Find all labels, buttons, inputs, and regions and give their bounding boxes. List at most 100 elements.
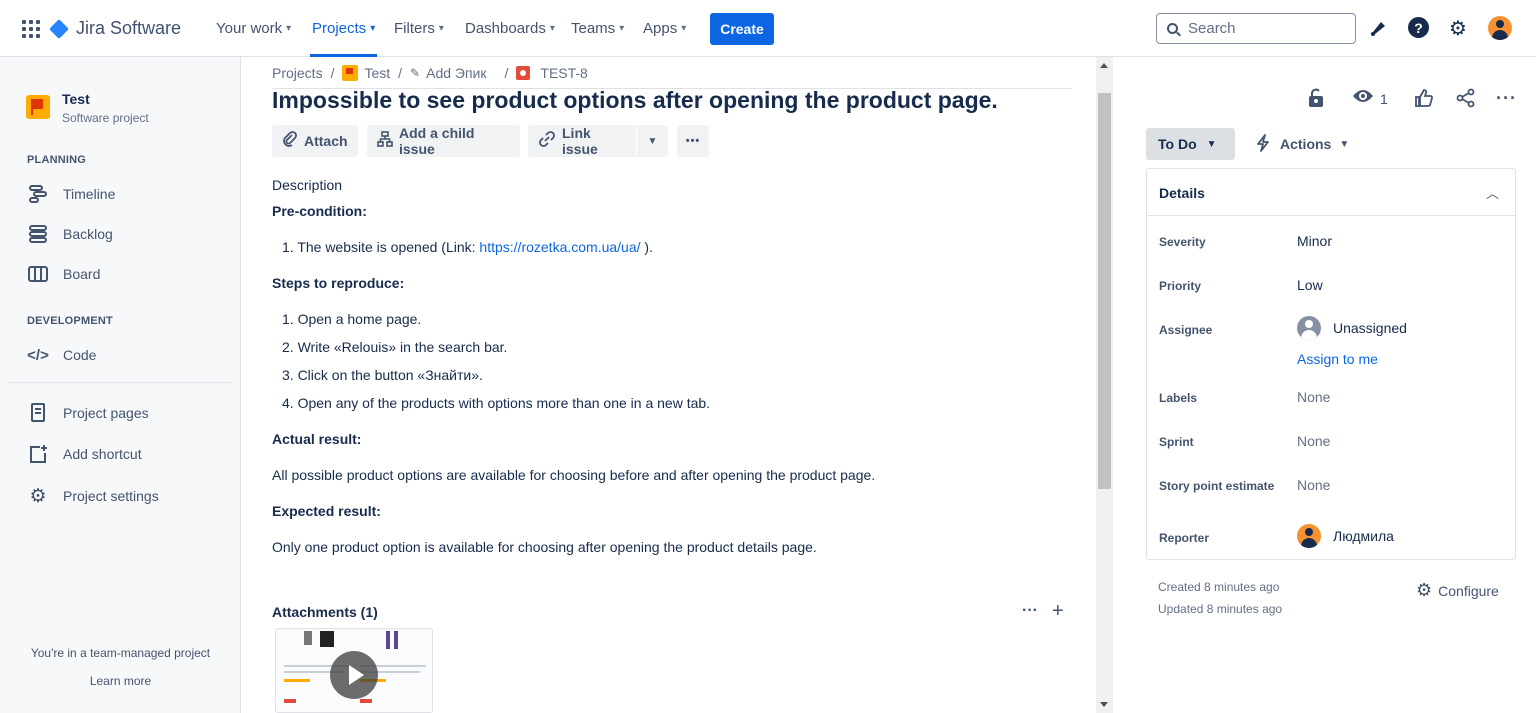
notifications-icon[interactable] (1368, 17, 1390, 39)
field-value-assignee[interactable]: Unassigned (1297, 316, 1407, 340)
breadcrumb-separator: / (330, 65, 335, 81)
avatar[interactable] (1488, 16, 1512, 40)
attach-button[interactable]: Attach (272, 125, 358, 157)
sidebar-item-backlog[interactable]: Backlog (27, 224, 113, 244)
field-label-severity: Severity (1159, 235, 1206, 249)
precondition-link[interactable]: https://rozetka.com.ua/ua/ (479, 239, 640, 255)
sidebar-item-label: Project pages (63, 405, 149, 421)
field-value-reporter[interactable]: Людмила (1297, 524, 1394, 548)
precondition-tail: ). (640, 239, 653, 255)
project-sidebar: Test Software project PLANNING Timeline … (0, 57, 241, 713)
help-icon[interactable]: ? (1408, 17, 1429, 38)
field-value-severity[interactable]: Minor (1297, 233, 1332, 249)
field-value-sprint[interactable]: None (1297, 433, 1330, 449)
nav-label: Dashboards (465, 20, 546, 37)
sidebar-item-add-shortcut[interactable]: Add shortcut (27, 444, 142, 464)
add-child-issue-button[interactable]: Add a child issue (367, 125, 520, 157)
sidebar-item-label: Backlog (63, 226, 113, 242)
like-icon[interactable] (1414, 88, 1434, 108)
issue-title[interactable]: Impossible to see product options after … (272, 87, 998, 114)
more-actions-button[interactable]: ••• (677, 125, 709, 157)
sidebar-item-timeline[interactable]: Timeline (27, 184, 115, 204)
actions-label: Actions (1280, 136, 1332, 152)
assign-to-me-link[interactable]: Assign to me (1297, 351, 1378, 367)
scrollbar-thumb[interactable] (1098, 93, 1111, 489)
project-icon (26, 95, 50, 119)
reporter-avatar (1297, 524, 1321, 548)
share-icon[interactable] (1456, 88, 1476, 108)
main-scrollbar[interactable] (1096, 57, 1113, 713)
paperclip-icon (282, 131, 298, 151)
sidebar-item-label: Project settings (63, 488, 159, 504)
nav-dashboards[interactable]: Dashboards ▾ (465, 20, 555, 37)
jira-logo[interactable]: Jira Software (49, 18, 182, 39)
thumb-product-image (386, 631, 390, 649)
chevron-down-icon: ▾ (549, 23, 555, 34)
details-header[interactable]: Details ︿ (1147, 169, 1515, 216)
thumb-price (360, 699, 372, 703)
apps-grid-icon[interactable] (22, 20, 40, 38)
chevron-down-icon: ▾ (370, 23, 376, 34)
watchers-button[interactable]: 1 (1352, 88, 1388, 109)
breadcrumb-issue-key[interactable]: TEST-8 (540, 65, 587, 81)
nav-projects[interactable]: Projects ▾ (312, 20, 375, 37)
logo-text: Jira Software (76, 18, 182, 38)
chevron-down-icon: ▾ (681, 23, 687, 34)
breadcrumb-add-epic[interactable]: Add Эпик (426, 65, 486, 81)
precondition-lead: 1. The website is opened (Link: (282, 239, 480, 255)
field-label-story-points: Story point estimate (1159, 479, 1275, 493)
chevron-down-icon: ▾ (438, 23, 444, 34)
reporter-name: Людмила (1333, 528, 1394, 544)
breadcrumb-projects[interactable]: Projects (272, 65, 323, 81)
breadcrumb-separator: / (504, 65, 509, 81)
settings-icon[interactable]: ⚙ (1447, 17, 1469, 40)
breadcrumb-project[interactable]: Test (364, 65, 390, 81)
sidebar-item-project-pages[interactable]: Project pages (27, 403, 149, 423)
play-icon[interactable] (330, 651, 378, 699)
link-icon (538, 131, 556, 151)
description-label: Description (272, 177, 343, 193)
code-icon: </> (27, 346, 49, 364)
nav-label: Apps (643, 20, 678, 37)
link-issue-label: Link issue (562, 125, 598, 157)
breadcrumb: Projects / Test / ✎ Add Эпик / TEST-8 (272, 65, 588, 81)
field-label-reporter: Reporter (1159, 531, 1210, 545)
project-name[interactable]: Test (62, 91, 90, 107)
configure-button[interactable]: ⚙ Configure (1416, 580, 1499, 601)
status-dropdown[interactable]: To Do ▼ (1146, 128, 1235, 160)
board-icon (27, 264, 49, 284)
attachment-thumbnail[interactable] (275, 628, 433, 713)
link-dropdown-button[interactable]: ▼ (637, 125, 668, 157)
attachments-more-icon[interactable]: ··· (1022, 602, 1038, 620)
learn-more-link[interactable]: Learn more (0, 674, 241, 688)
chevron-down-icon: ▾ (286, 23, 292, 34)
field-value-labels[interactable]: None (1297, 389, 1330, 405)
field-value-story-points[interactable]: None (1297, 477, 1330, 493)
step-item: 3. Click on the button «Знайти». (282, 367, 483, 383)
sidebar-item-label: Board (63, 266, 101, 282)
field-value-priority[interactable]: Low (1297, 277, 1323, 293)
nav-your-work[interactable]: Your work ▾ (216, 20, 291, 37)
search-input[interactable]: Search (1156, 13, 1356, 44)
details-panel: Details ︿ Severity Minor Priority Low As… (1146, 168, 1516, 560)
sidebar-item-code[interactable]: </> Code (27, 345, 96, 365)
nav-apps[interactable]: Apps ▾ (643, 20, 686, 37)
sidebar-item-project-settings[interactable]: ⚙ Project settings (27, 486, 159, 507)
settings-icon: ⚙ (1416, 580, 1433, 600)
nav-filters[interactable]: Filters ▾ (394, 20, 444, 37)
lock-icon[interactable] (1307, 88, 1325, 108)
nav-teams[interactable]: Teams ▾ (571, 20, 624, 37)
scroll-down-icon[interactable] (1100, 702, 1108, 707)
expected-result-heading: Expected result: (272, 503, 381, 519)
add-attachment-icon[interactable]: + (1052, 600, 1064, 623)
team-managed-note: You're in a team-managed project (30, 646, 211, 660)
actions-dropdown[interactable]: Actions ▼ (1256, 128, 1349, 160)
create-button[interactable]: Create (710, 13, 774, 45)
sidebar-item-board[interactable]: Board (27, 264, 100, 284)
more-icon[interactable]: ··· (1496, 88, 1517, 109)
precondition-text: 1. The website is opened (Link: https://… (282, 239, 653, 255)
scroll-up-icon[interactable] (1100, 63, 1108, 68)
nav-label: Your work (216, 20, 283, 37)
backlog-icon (27, 224, 49, 244)
link-issue-button[interactable]: Link issue (528, 125, 636, 157)
